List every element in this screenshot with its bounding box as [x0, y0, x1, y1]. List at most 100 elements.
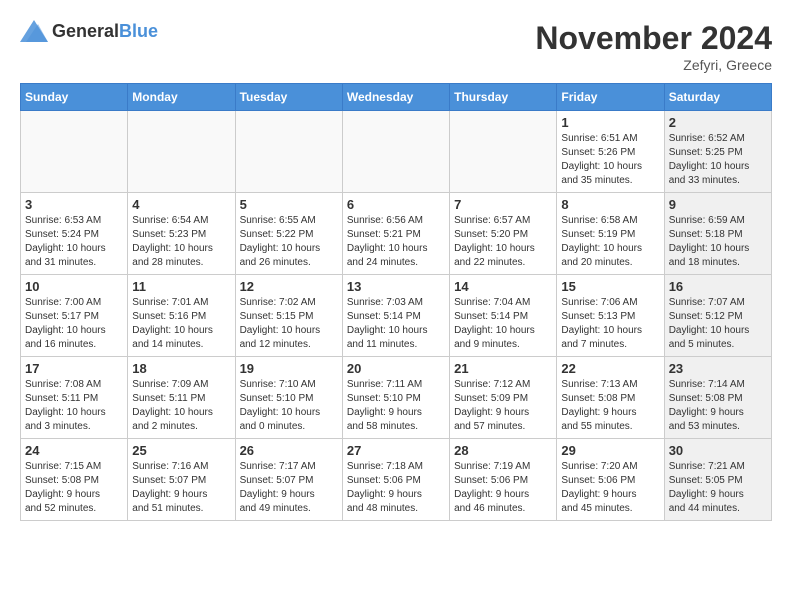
- day-info: Sunrise: 7:20 AM Sunset: 5:06 PM Dayligh…: [561, 460, 659, 516]
- calendar-cell: 7 Sunrise: 6:57 AM Sunset: 5:20 PM Daylig…: [450, 193, 557, 275]
- calendar-cell: 11 Sunrise: 7:01 AM Sunset: 5:16 PM Dayli…: [128, 275, 235, 357]
- calendar-cell: 10 Sunrise: 7:00 AM Sunset: 5:17 PM Dayli…: [21, 275, 128, 357]
- day-info: Sunrise: 7:14 AM Sunset: 5:08 PM Dayligh…: [669, 378, 767, 434]
- calendar-cell: 18 Sunrise: 7:09 AM Sunset: 5:11 PM Dayli…: [128, 357, 235, 439]
- calendar-cell: 17 Sunrise: 7:08 AM Sunset: 5:11 PM Dayli…: [21, 357, 128, 439]
- day-number: 4: [132, 197, 230, 212]
- calendar-cell: 24Sunrise: 7:15 AM Sunset: 5:08 PM Dayli…: [21, 439, 128, 521]
- day-number: 2: [669, 115, 767, 130]
- day-info: Sunrise: 7:04 AM Sunset: 5:14 PM Dayligh…: [454, 296, 552, 352]
- day-number: 23: [669, 361, 767, 376]
- calendar-cell: 28Sunrise: 7:19 AM Sunset: 5:06 PM Dayli…: [450, 439, 557, 521]
- day-number: 3: [25, 197, 123, 212]
- day-number: 27: [347, 443, 445, 458]
- calendar-cell: 8 Sunrise: 6:58 AM Sunset: 5:19 PM Daylig…: [557, 193, 664, 275]
- day-number: 8: [561, 197, 659, 212]
- calendar-cell: 12 Sunrise: 7:02 AM Sunset: 5:15 PM Dayli…: [235, 275, 342, 357]
- title-section: November 2024 Zefyri, Greece: [535, 20, 772, 73]
- day-info: Sunrise: 7:09 AM Sunset: 5:11 PM Dayligh…: [132, 378, 230, 434]
- day-info: Sunrise: 7:19 AM Sunset: 5:06 PM Dayligh…: [454, 460, 552, 516]
- day-info: Sunrise: 7:13 AM Sunset: 5:08 PM Dayligh…: [561, 378, 659, 434]
- calendar-cell: 22 Sunrise: 7:13 AM Sunset: 5:08 PM Dayli…: [557, 357, 664, 439]
- calendar-cell: 19 Sunrise: 7:10 AM Sunset: 5:10 PM Dayli…: [235, 357, 342, 439]
- day-number: 15: [561, 279, 659, 294]
- day-info: Sunrise: 6:58 AM Sunset: 5:19 PM Dayligh…: [561, 214, 659, 270]
- calendar-cell: 15 Sunrise: 7:06 AM Sunset: 5:13 PM Dayli…: [557, 275, 664, 357]
- calendar-cell: 5 Sunrise: 6:55 AM Sunset: 5:22 PM Daylig…: [235, 193, 342, 275]
- calendar-cell: 1 Sunrise: 6:51 AM Sunset: 5:26 PM Daylig…: [557, 111, 664, 193]
- day-number: 30: [669, 443, 767, 458]
- weekday-header: Monday: [128, 84, 235, 111]
- day-info: Sunrise: 7:02 AM Sunset: 5:15 PM Dayligh…: [240, 296, 338, 352]
- calendar-week-row: 3 Sunrise: 6:53 AM Sunset: 5:24 PM Daylig…: [21, 193, 772, 275]
- day-number: 10: [25, 279, 123, 294]
- day-number: 18: [132, 361, 230, 376]
- weekday-header: Tuesday: [235, 84, 342, 111]
- day-info: Sunrise: 7:15 AM Sunset: 5:08 PM Dayligh…: [25, 460, 123, 516]
- weekday-header: Friday: [557, 84, 664, 111]
- weekday-header: Sunday: [21, 84, 128, 111]
- day-number: 5: [240, 197, 338, 212]
- day-number: 25: [132, 443, 230, 458]
- day-number: 20: [347, 361, 445, 376]
- day-info: Sunrise: 7:03 AM Sunset: 5:14 PM Dayligh…: [347, 296, 445, 352]
- calendar-table: SundayMondayTuesdayWednesdayThursdayFrid…: [20, 83, 772, 521]
- calendar-week-row: 17 Sunrise: 7:08 AM Sunset: 5:11 PM Dayli…: [21, 357, 772, 439]
- logo-blue: Blue: [119, 21, 158, 41]
- calendar-cell: [21, 111, 128, 193]
- day-info: Sunrise: 6:55 AM Sunset: 5:22 PM Dayligh…: [240, 214, 338, 270]
- month-title: November 2024: [535, 20, 772, 57]
- day-info: Sunrise: 7:11 AM Sunset: 5:10 PM Dayligh…: [347, 378, 445, 434]
- day-number: 11: [132, 279, 230, 294]
- day-number: 12: [240, 279, 338, 294]
- day-number: 13: [347, 279, 445, 294]
- day-info: Sunrise: 7:01 AM Sunset: 5:16 PM Dayligh…: [132, 296, 230, 352]
- day-info: Sunrise: 7:12 AM Sunset: 5:09 PM Dayligh…: [454, 378, 552, 434]
- calendar-cell: 16 Sunrise: 7:07 AM Sunset: 5:12 PM Dayli…: [664, 275, 771, 357]
- day-info: Sunrise: 7:16 AM Sunset: 5:07 PM Dayligh…: [132, 460, 230, 516]
- logo-general: General: [52, 21, 119, 41]
- day-info: Sunrise: 7:10 AM Sunset: 5:10 PM Dayligh…: [240, 378, 338, 434]
- day-info: Sunrise: 7:06 AM Sunset: 5:13 PM Dayligh…: [561, 296, 659, 352]
- day-number: 6: [347, 197, 445, 212]
- day-number: 16: [669, 279, 767, 294]
- calendar-cell: 26 Sunrise: 7:17 AM Sunset: 5:07 PM Dayli…: [235, 439, 342, 521]
- calendar-cell: 2 Sunrise: 6:52 AM Sunset: 5:25 PM Daylig…: [664, 111, 771, 193]
- calendar-cell: 30 Sunrise: 7:21 AM Sunset: 5:05 PM Dayli…: [664, 439, 771, 521]
- calendar-cell: 25 Sunrise: 7:16 AM Sunset: 5:07 PM Dayli…: [128, 439, 235, 521]
- day-info: Sunrise: 7:07 AM Sunset: 5:12 PM Dayligh…: [669, 296, 767, 352]
- calendar-cell: [235, 111, 342, 193]
- calendar-cell: 20 Sunrise: 7:11 AM Sunset: 5:10 PM Dayli…: [342, 357, 449, 439]
- day-number: 26: [240, 443, 338, 458]
- day-info: Sunrise: 7:18 AM Sunset: 5:06 PM Dayligh…: [347, 460, 445, 516]
- calendar-week-row: 10 Sunrise: 7:00 AM Sunset: 5:17 PM Dayli…: [21, 275, 772, 357]
- day-number: 14: [454, 279, 552, 294]
- logo-icon: [20, 20, 48, 42]
- day-info: Sunrise: 7:17 AM Sunset: 5:07 PM Dayligh…: [240, 460, 338, 516]
- page-header: GeneralBlue November 2024 Zefyri, Greece: [20, 20, 772, 73]
- day-info: Sunrise: 6:53 AM Sunset: 5:24 PM Dayligh…: [25, 214, 123, 270]
- day-number: 29: [561, 443, 659, 458]
- day-number: 7: [454, 197, 552, 212]
- calendar-cell: 6Sunrise: 6:56 AM Sunset: 5:21 PM Daylig…: [342, 193, 449, 275]
- day-info: Sunrise: 6:57 AM Sunset: 5:20 PM Dayligh…: [454, 214, 552, 270]
- logo-text: GeneralBlue: [52, 21, 158, 42]
- weekday-header: Saturday: [664, 84, 771, 111]
- day-number: 22: [561, 361, 659, 376]
- logo: GeneralBlue: [20, 20, 158, 42]
- calendar-cell: [342, 111, 449, 193]
- day-info: Sunrise: 6:54 AM Sunset: 5:23 PM Dayligh…: [132, 214, 230, 270]
- weekday-header: Wednesday: [342, 84, 449, 111]
- calendar-cell: 9Sunrise: 6:59 AM Sunset: 5:18 PM Daylig…: [664, 193, 771, 275]
- day-number: 17: [25, 361, 123, 376]
- day-info: Sunrise: 7:00 AM Sunset: 5:17 PM Dayligh…: [25, 296, 123, 352]
- calendar-cell: 4 Sunrise: 6:54 AM Sunset: 5:23 PM Daylig…: [128, 193, 235, 275]
- day-info: Sunrise: 7:21 AM Sunset: 5:05 PM Dayligh…: [669, 460, 767, 516]
- day-info: Sunrise: 7:08 AM Sunset: 5:11 PM Dayligh…: [25, 378, 123, 434]
- day-number: 19: [240, 361, 338, 376]
- calendar-cell: 29 Sunrise: 7:20 AM Sunset: 5:06 PM Dayli…: [557, 439, 664, 521]
- day-number: 1: [561, 115, 659, 130]
- day-info: Sunrise: 6:51 AM Sunset: 5:26 PM Dayligh…: [561, 132, 659, 188]
- day-info: Sunrise: 6:52 AM Sunset: 5:25 PM Dayligh…: [669, 132, 767, 188]
- calendar-cell: 21Sunrise: 7:12 AM Sunset: 5:09 PM Dayli…: [450, 357, 557, 439]
